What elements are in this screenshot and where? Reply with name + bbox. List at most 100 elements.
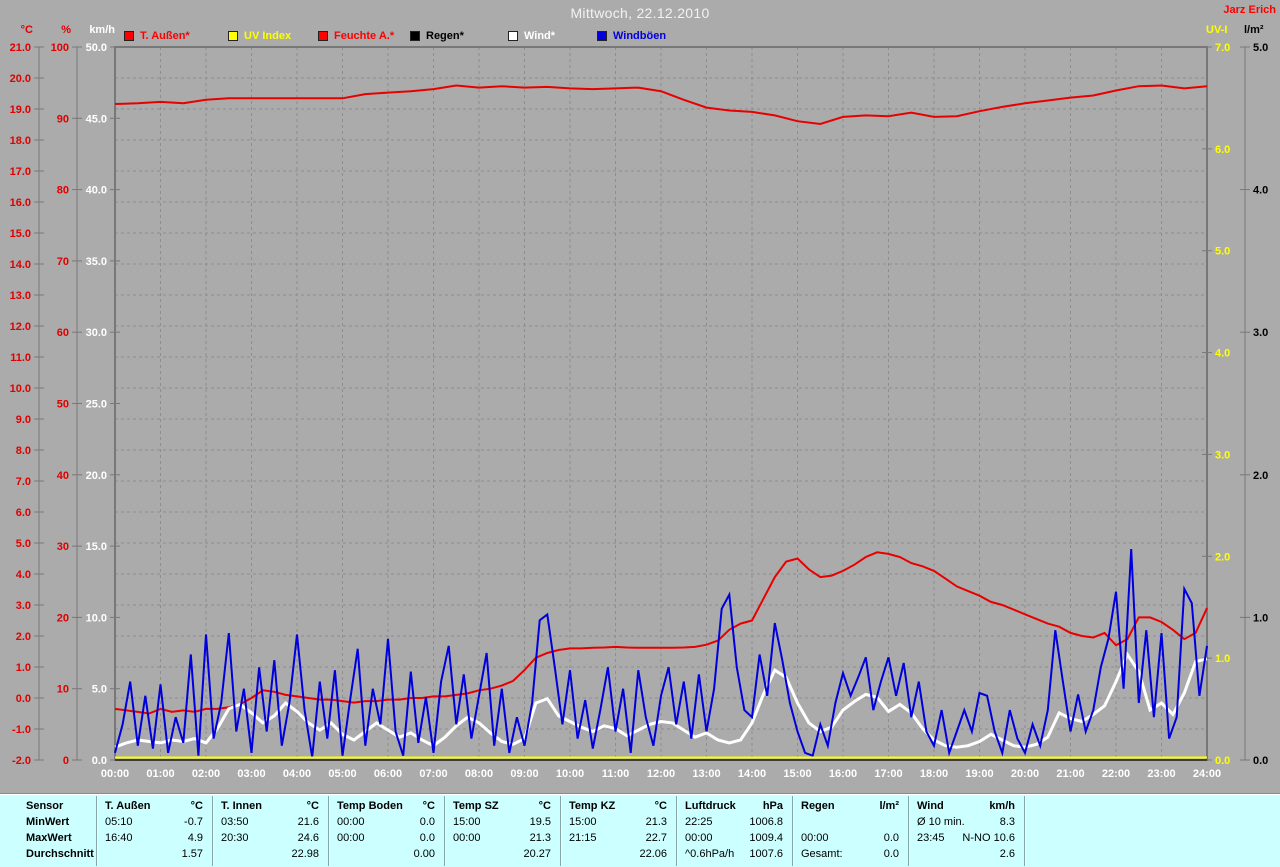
value-number: 1.57: [181, 848, 203, 860]
hum-tick-label: 10: [57, 684, 69, 696]
value-number: -0.7: [184, 816, 203, 828]
hum-tick-label: 0: [63, 755, 69, 767]
value-number: 0.0: [883, 832, 899, 844]
column-unit: l/m²: [879, 800, 899, 812]
x-axis-label: 08:00: [465, 768, 493, 780]
wind-tick-label: 50.0: [86, 42, 107, 54]
value-number: 8.3: [999, 816, 1015, 828]
x-axis-label: 04:00: [283, 768, 311, 780]
value-number: 20.27: [523, 848, 551, 860]
uv-tick-label: 0.0: [1215, 755, 1230, 767]
temp-tick-label: 3.0: [16, 600, 31, 612]
x-axis-label: 20:00: [1011, 768, 1039, 780]
rain-tick-label: 0.0: [1253, 755, 1268, 767]
column-unit: °C: [538, 800, 551, 812]
column-unit: °C: [190, 800, 203, 812]
rain-tick-label: 1.0: [1253, 612, 1268, 624]
rain-tick-label: 4.0: [1253, 185, 1268, 197]
temp-tick-label: 15.0: [10, 228, 31, 240]
x-axis-label: 21:00: [1056, 768, 1084, 780]
temp-tick-label: 9.0: [16, 414, 31, 426]
rain-tick-label: 5.0: [1253, 42, 1268, 54]
temp-tick-label: 16.0: [10, 197, 31, 209]
x-axis-label: 11:00: [602, 768, 630, 780]
wind-tick-label: 40.0: [86, 185, 107, 197]
x-axis-label: 06:00: [374, 768, 402, 780]
value-number: 2.6: [999, 848, 1015, 860]
value-number: N-NO 10.6: [962, 832, 1015, 844]
value-number: 21.3: [645, 816, 667, 828]
x-axis-label: 14:00: [738, 768, 766, 780]
value-number: 4.9: [187, 832, 203, 844]
x-axis-label: 12:00: [647, 768, 675, 780]
table-column-divider: [1024, 796, 1026, 866]
temp-tick-label: 11.0: [10, 352, 31, 364]
temp-tick-label: 14.0: [10, 259, 31, 271]
wind-tick-label: 25.0: [86, 399, 107, 411]
value-number: 0.0: [883, 848, 899, 860]
value-number: 19.5: [529, 816, 551, 828]
value-number: 1009.4: [749, 832, 783, 844]
column-unit: °C: [306, 800, 319, 812]
temp-tick-label: 19.0: [10, 104, 31, 116]
uv-tick-label: 4.0: [1215, 348, 1230, 360]
value-number: 0.0: [419, 816, 435, 828]
temp-tick-label: 5.0: [16, 538, 31, 550]
x-axis-label: 13:00: [692, 768, 720, 780]
temp-tick-label: 18.0: [10, 135, 31, 147]
temp-tick-label: 20.0: [10, 73, 31, 85]
temp-tick-label: 17.0: [10, 166, 31, 178]
value-number: 22.98: [291, 848, 319, 860]
column-unit: °C: [654, 800, 667, 812]
hum-tick-label: 30: [57, 541, 69, 553]
x-axis-label: 01:00: [146, 768, 174, 780]
wind-tick-label: 10.0: [86, 612, 107, 624]
column-unit: °C: [422, 800, 435, 812]
column-unit: km/h: [989, 800, 1015, 812]
row-header: MaxWert: [26, 832, 72, 844]
x-axis-label: 00:00: [101, 768, 129, 780]
temp-tick-label: -1.0: [12, 724, 31, 736]
x-axis-label: 10:00: [556, 768, 584, 780]
hum-tick-label: 40: [57, 470, 69, 482]
x-axis-label: 22:00: [1102, 768, 1130, 780]
uv-tick-label: 7.0: [1215, 42, 1230, 54]
wind-tick-label: 15.0: [86, 541, 107, 553]
x-axis-label: 05:00: [328, 768, 356, 780]
x-axis-label: 02:00: [192, 768, 220, 780]
value-number: 0.00: [413, 848, 435, 860]
temp-tick-label: 21.0: [10, 42, 31, 54]
hum-tick-label: 100: [51, 42, 69, 54]
temp-tick-label: 10.0: [10, 383, 31, 395]
x-axis-label: 23:00: [1147, 768, 1175, 780]
hum-tick-label: 70: [57, 256, 69, 268]
hum-tick-label: 90: [57, 113, 69, 125]
temp-tick-label: -2.0: [12, 755, 31, 767]
hum-tick-label: 20: [57, 612, 69, 624]
x-axis-label: 07:00: [419, 768, 447, 780]
value-number: 21.3: [529, 832, 551, 844]
x-axis-label: 17:00: [874, 768, 902, 780]
temp-tick-label: 1.0: [16, 662, 31, 674]
value-number: 24.6: [297, 832, 319, 844]
row-header: MinWert: [26, 816, 70, 828]
weather-app-window: Jarz Erich Mittwoch, 22.12.2010 T. Außen…: [0, 0, 1280, 867]
wind-tick-label: 20.0: [86, 470, 107, 482]
wind-tick-label: 0.0: [92, 755, 107, 767]
wind-tick-label: 5.0: [92, 684, 107, 696]
value-number: 1006.8: [749, 816, 783, 828]
temp-tick-label: 12.0: [10, 321, 31, 333]
uv-tick-label: 3.0: [1215, 449, 1230, 461]
uv-tick-label: 2.0: [1215, 551, 1230, 563]
series-hum-line: [114, 84, 1208, 126]
value-number: 22.06: [639, 848, 667, 860]
uv-tick-label: 1.0: [1215, 653, 1230, 665]
value-number: 0.0: [419, 832, 435, 844]
x-axis-label: 24:00: [1193, 768, 1221, 780]
value-number: 21.6: [297, 816, 319, 828]
temp-tick-label: 7.0: [16, 476, 31, 488]
x-axis-label: 19:00: [965, 768, 993, 780]
weather-chart: -2.0 -1.0 0.0 1.0 2.0 3.0 4.0 5.0 6.0 7.0 8.0 9.0 10…: [10, 42, 1269, 780]
uv-tick-label: 6.0: [1215, 144, 1230, 156]
temp-tick-label: 6.0: [16, 507, 31, 519]
